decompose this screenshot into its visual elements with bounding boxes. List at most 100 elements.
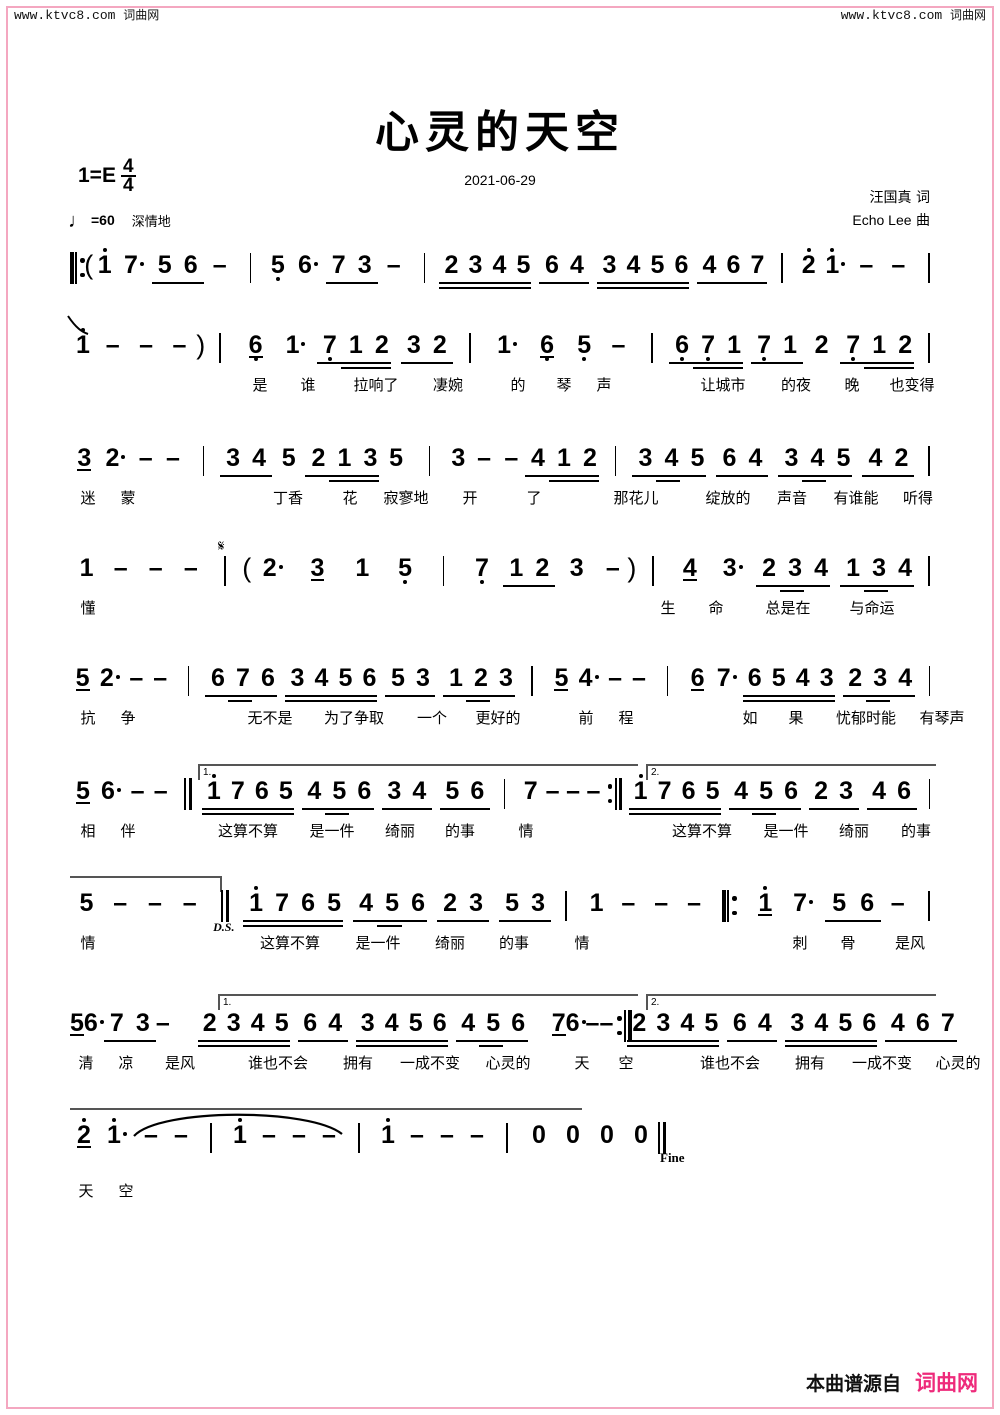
beamed-group: 53 bbox=[385, 663, 436, 703]
note: 7 bbox=[657, 777, 672, 805]
note: 1 bbox=[872, 331, 887, 359]
note: 4 bbox=[898, 664, 913, 692]
watermark-right-site: 词曲网 bbox=[949, 8, 986, 22]
lyric-syllable: 生 bbox=[660, 599, 676, 617]
lyrics-row-7: 情 这算不算 是一件 绮丽 的事 情 刺 骨 是风 bbox=[70, 932, 930, 958]
note: 6 bbox=[357, 777, 372, 805]
score-system-6: 1. 2. 5 6 – – 1765 456 34 56 7 – – – 1 7… bbox=[70, 764, 936, 872]
song-title: 心灵的天空 bbox=[375, 107, 625, 158]
sustain-dash: – bbox=[166, 444, 180, 472]
note: 2 bbox=[814, 331, 829, 359]
barline bbox=[565, 891, 568, 921]
lyric-syllable: 是一件 bbox=[309, 822, 355, 840]
note: 5 bbox=[832, 889, 847, 917]
lyric-syllable: 蒙 bbox=[120, 489, 136, 507]
sustain-dash: – bbox=[611, 331, 626, 359]
beamed-group: 3456 bbox=[355, 1008, 448, 1048]
sustain-dash: – bbox=[440, 1121, 454, 1149]
lyric-syllable: 程 bbox=[618, 709, 634, 727]
repeat-start-barline bbox=[722, 890, 737, 922]
sustain-dash: – bbox=[504, 444, 519, 472]
sustain-dash: – bbox=[153, 777, 168, 805]
lyric-syllable: 相 bbox=[80, 822, 96, 840]
lyric-syllable: 争 bbox=[120, 709, 136, 727]
note: 4 bbox=[702, 251, 717, 279]
note: 4 bbox=[898, 554, 912, 582]
note: 6 bbox=[470, 777, 485, 805]
open-paren: ( bbox=[242, 553, 252, 583]
note: 1 bbox=[629, 774, 653, 816]
note: 6 bbox=[690, 664, 705, 692]
note: 5 bbox=[554, 664, 569, 692]
beamed-group: 53 bbox=[499, 888, 552, 928]
barline bbox=[928, 666, 930, 696]
note: 4 bbox=[868, 444, 883, 472]
note: 1 bbox=[98, 1118, 136, 1160]
note: 2 bbox=[848, 664, 863, 692]
lyric-syllable: 拥有 bbox=[342, 1054, 374, 1072]
footer-brand[interactable]: 词曲网 bbox=[915, 1367, 978, 1397]
watermark-left-site: 词曲网 bbox=[123, 8, 160, 22]
lyric-syllable: 天 bbox=[78, 1182, 94, 1200]
note: 3 bbox=[873, 664, 888, 692]
score-system-4: 𝄋 1 – – – ( 2 3 1 5 7 12 3 – ) 4 3 234 1… bbox=[70, 537, 930, 649]
time-signature: 4 4 bbox=[120, 157, 136, 196]
note: 6 bbox=[540, 331, 554, 361]
note: 3 bbox=[77, 444, 92, 472]
lyric-syllable: 为了争取 bbox=[323, 709, 385, 727]
note: 1 bbox=[348, 331, 363, 359]
note: 1 bbox=[70, 328, 96, 370]
lyric-syllable: 总是在 bbox=[765, 599, 811, 617]
beamed-group: 676 bbox=[205, 663, 278, 703]
beamed-group: 2345 bbox=[197, 1008, 290, 1048]
note: 5 bbox=[338, 664, 353, 692]
sustain-dash: – bbox=[654, 889, 669, 917]
composer-name: Echo Lee bbox=[852, 211, 912, 228]
barline bbox=[249, 253, 252, 283]
note: 7 bbox=[474, 554, 489, 584]
note: 6 bbox=[84, 1008, 104, 1048]
score-system-8: 1. 2. 5 6 73 – 2345 64 3456 456 7 6 – – … bbox=[70, 994, 981, 1104]
note: 2 bbox=[95, 663, 124, 703]
rest: 0 bbox=[634, 1121, 648, 1149]
note: 5 bbox=[327, 889, 342, 917]
notes-row-1: ( 1 7 56 – 5 6 73 – 2345 64 3456 467 2 1… bbox=[70, 248, 931, 294]
note: 2 bbox=[898, 331, 913, 359]
note: 4 bbox=[626, 251, 641, 279]
note: 5 bbox=[690, 444, 705, 472]
repeat-start-barline bbox=[70, 252, 85, 284]
lyrics-row-1 bbox=[70, 294, 930, 320]
note: 3 bbox=[310, 554, 325, 582]
note: 7 bbox=[781, 888, 825, 928]
note: 2 bbox=[894, 444, 909, 472]
note: 3 bbox=[451, 444, 466, 472]
lyric-syllable: 一个 bbox=[416, 709, 448, 727]
note: 3 bbox=[290, 664, 305, 692]
lyric-syllable: 抗 bbox=[80, 709, 96, 727]
double-barline bbox=[221, 890, 229, 922]
sustain-dash: – bbox=[608, 664, 623, 692]
sustain-dash: – bbox=[687, 889, 701, 917]
note: 5 bbox=[75, 664, 90, 692]
sustain-dash: – bbox=[545, 777, 560, 805]
beamed-group: 23 bbox=[437, 888, 490, 928]
lyric-syllable: 凄婉 bbox=[432, 376, 464, 394]
note: 6 bbox=[681, 777, 696, 805]
score-system-2: 1 – – – ) 6 1 712 32 1 6 5 – 671 71 2 7 … bbox=[67, 315, 935, 426]
sustain-dash: – bbox=[632, 664, 646, 692]
lyric-syllable: 声音 bbox=[776, 489, 808, 507]
note: 5 bbox=[505, 889, 520, 917]
note: 5 bbox=[486, 1009, 501, 1037]
note: 6 bbox=[862, 1009, 877, 1037]
lyrics-row-4: 懂 生 命 总是在 与命运 bbox=[70, 597, 930, 623]
sustain-dash: – bbox=[182, 889, 197, 917]
sustain-dash: – bbox=[138, 444, 153, 472]
lyric-syllable: 心灵的 bbox=[935, 1054, 981, 1072]
lyric-syllable: 的事 bbox=[444, 822, 476, 840]
lyric-syllable: 了 bbox=[526, 489, 542, 507]
note: 5 bbox=[705, 777, 720, 805]
note: 3 bbox=[638, 444, 653, 472]
sustain-dash: – bbox=[148, 554, 163, 582]
watermark-left: www.ktvc8.com 词曲网 bbox=[14, 6, 159, 23]
note: 4 bbox=[682, 554, 697, 582]
